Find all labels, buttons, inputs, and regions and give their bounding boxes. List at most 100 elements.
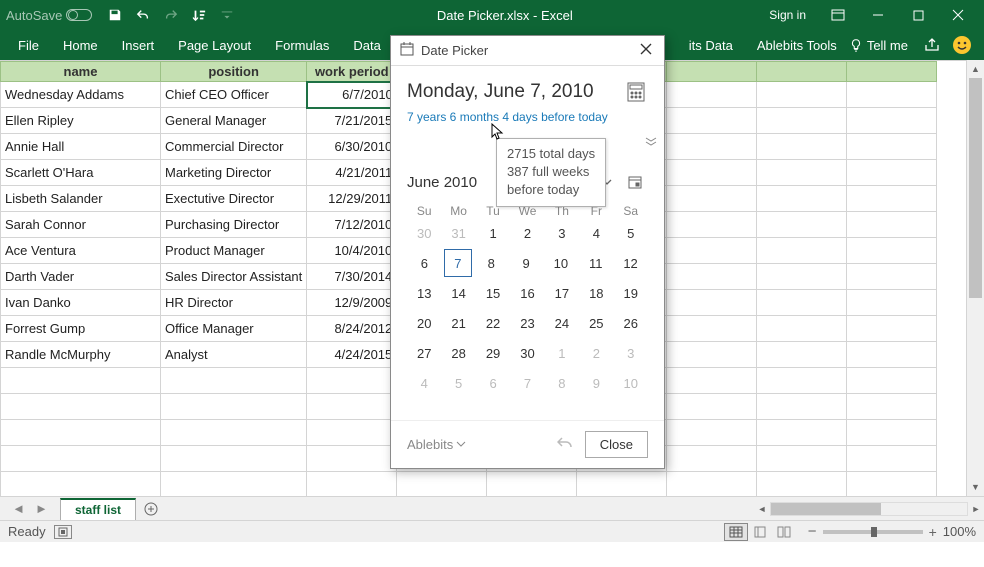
calendar-day[interactable]: 27 [407, 338, 441, 368]
popup-close-action-button[interactable]: Close [585, 431, 648, 458]
cell[interactable] [757, 186, 847, 212]
calendar-day[interactable]: 2 [579, 338, 613, 368]
cell[interactable] [847, 238, 937, 264]
calendar-day[interactable]: 24 [545, 308, 579, 338]
save-button[interactable] [102, 2, 128, 28]
calendar-day[interactable]: 22 [476, 308, 510, 338]
share-button[interactable] [918, 31, 946, 59]
calendar-day[interactable]: 1 [476, 218, 510, 248]
qat-customize-button[interactable] [214, 2, 240, 28]
calendar-day[interactable]: 11 [578, 248, 613, 278]
cell[interactable]: 8/24/2012 [307, 316, 397, 342]
cell[interactable]: Chief CEO Officer [161, 82, 307, 108]
sheet-next-icon[interactable]: ► [35, 501, 48, 516]
cell[interactable] [847, 264, 937, 290]
cell[interactable] [757, 394, 847, 420]
ribbon-tab-ablebits-tools[interactable]: Ablebits Tools [745, 30, 849, 60]
cell[interactable] [1, 420, 161, 446]
ribbon-tab-formulas[interactable]: Formulas [263, 30, 341, 60]
cell[interactable]: 7/30/2014 [307, 264, 397, 290]
cell[interactable] [667, 82, 757, 108]
cell[interactable] [667, 186, 757, 212]
cell[interactable]: 7/12/2010 [307, 212, 397, 238]
cell[interactable] [757, 134, 847, 160]
calendar-day[interactable]: 6 [476, 368, 510, 398]
calendar-day[interactable]: 19 [614, 278, 648, 308]
cell[interactable]: 10/4/2010 [307, 238, 397, 264]
ribbon-options-button[interactable] [818, 2, 858, 28]
cell[interactable] [847, 160, 937, 186]
calendar-day[interactable]: 10 [614, 368, 648, 398]
cell[interactable] [667, 420, 757, 446]
page-break-view-button[interactable] [772, 523, 796, 541]
maximize-button[interactable] [898, 2, 938, 28]
calendar-day[interactable]: 10 [543, 248, 578, 278]
cell[interactable] [847, 82, 937, 108]
cell[interactable] [307, 446, 397, 472]
calendar-day[interactable]: 7 [510, 368, 544, 398]
sheet-prev-icon[interactable]: ◄ [12, 501, 25, 516]
calendar-day[interactable]: 23 [510, 308, 544, 338]
cell[interactable] [667, 446, 757, 472]
cell[interactable] [161, 446, 307, 472]
cell[interactable]: Exectutive Director [161, 186, 307, 212]
cell[interactable] [1, 368, 161, 394]
calendar-day[interactable]: 12 [613, 248, 648, 278]
scroll-thumb[interactable] [969, 78, 982, 298]
page-layout-view-button[interactable] [748, 523, 772, 541]
cell[interactable] [847, 472, 937, 497]
column-header[interactable]: position [161, 62, 307, 82]
ribbon-tab-insert[interactable]: Insert [110, 30, 167, 60]
calendar-day[interactable]: 30 [510, 338, 544, 368]
cell[interactable] [757, 316, 847, 342]
cell[interactable] [757, 108, 847, 134]
cell[interactable] [161, 420, 307, 446]
minimize-button[interactable] [858, 2, 898, 28]
calendar-day[interactable]: 3 [545, 218, 579, 248]
calendar-day[interactable]: 14 [441, 278, 475, 308]
cell[interactable] [757, 238, 847, 264]
cell[interactable] [161, 394, 307, 420]
calendar-day[interactable]: 16 [510, 278, 544, 308]
ribbon-tab-page-layout[interactable]: Page Layout [166, 30, 263, 60]
cell[interactable] [847, 186, 937, 212]
cell[interactable]: Wednesday Addams [1, 82, 161, 108]
cell[interactable] [847, 134, 937, 160]
macro-record-icon[interactable] [54, 525, 72, 539]
cell[interactable] [757, 290, 847, 316]
sort-button[interactable] [186, 2, 212, 28]
cell[interactable] [667, 316, 757, 342]
cell[interactable] [847, 420, 937, 446]
calendar-day[interactable]: 13 [407, 278, 441, 308]
cell[interactable] [757, 342, 847, 368]
calendar-day[interactable]: 15 [476, 278, 510, 308]
hscroll-right-icon[interactable]: ► [968, 504, 984, 514]
cell[interactable] [1, 394, 161, 420]
ribbon-tab-file[interactable]: File [6, 30, 51, 60]
cell[interactable] [757, 420, 847, 446]
cell[interactable]: Ace Ventura [1, 238, 161, 264]
calendar-day[interactable]: 18 [579, 278, 613, 308]
today-button[interactable] [622, 170, 648, 194]
cell[interactable] [161, 472, 307, 497]
cell[interactable] [667, 264, 757, 290]
calendar-day[interactable]: 6 [407, 248, 442, 278]
calendar-day[interactable]: 9 [579, 368, 613, 398]
cell[interactable]: Scarlett O'Hara [1, 160, 161, 186]
cell[interactable] [847, 368, 937, 394]
calendar-day[interactable]: 5 [614, 218, 648, 248]
scroll-down-arrow-icon[interactable]: ▼ [967, 478, 984, 496]
calendar-day[interactable]: 25 [579, 308, 613, 338]
sheet-nav[interactable]: ◄► [0, 501, 60, 516]
calendar-day[interactable]: 20 [407, 308, 441, 338]
hscroll-left-icon[interactable]: ◄ [754, 504, 770, 514]
expand-button[interactable] [640, 130, 662, 152]
normal-view-button[interactable] [724, 523, 748, 541]
date-calculator-button[interactable] [624, 80, 648, 104]
hscroll-thumb[interactable] [771, 503, 881, 515]
ribbon-tab-its-data[interactable]: its Data [677, 30, 745, 60]
redo-button[interactable] [158, 2, 184, 28]
popup-close-button[interactable] [636, 43, 656, 58]
cell[interactable]: Forrest Gump [1, 316, 161, 342]
cell[interactable] [757, 264, 847, 290]
